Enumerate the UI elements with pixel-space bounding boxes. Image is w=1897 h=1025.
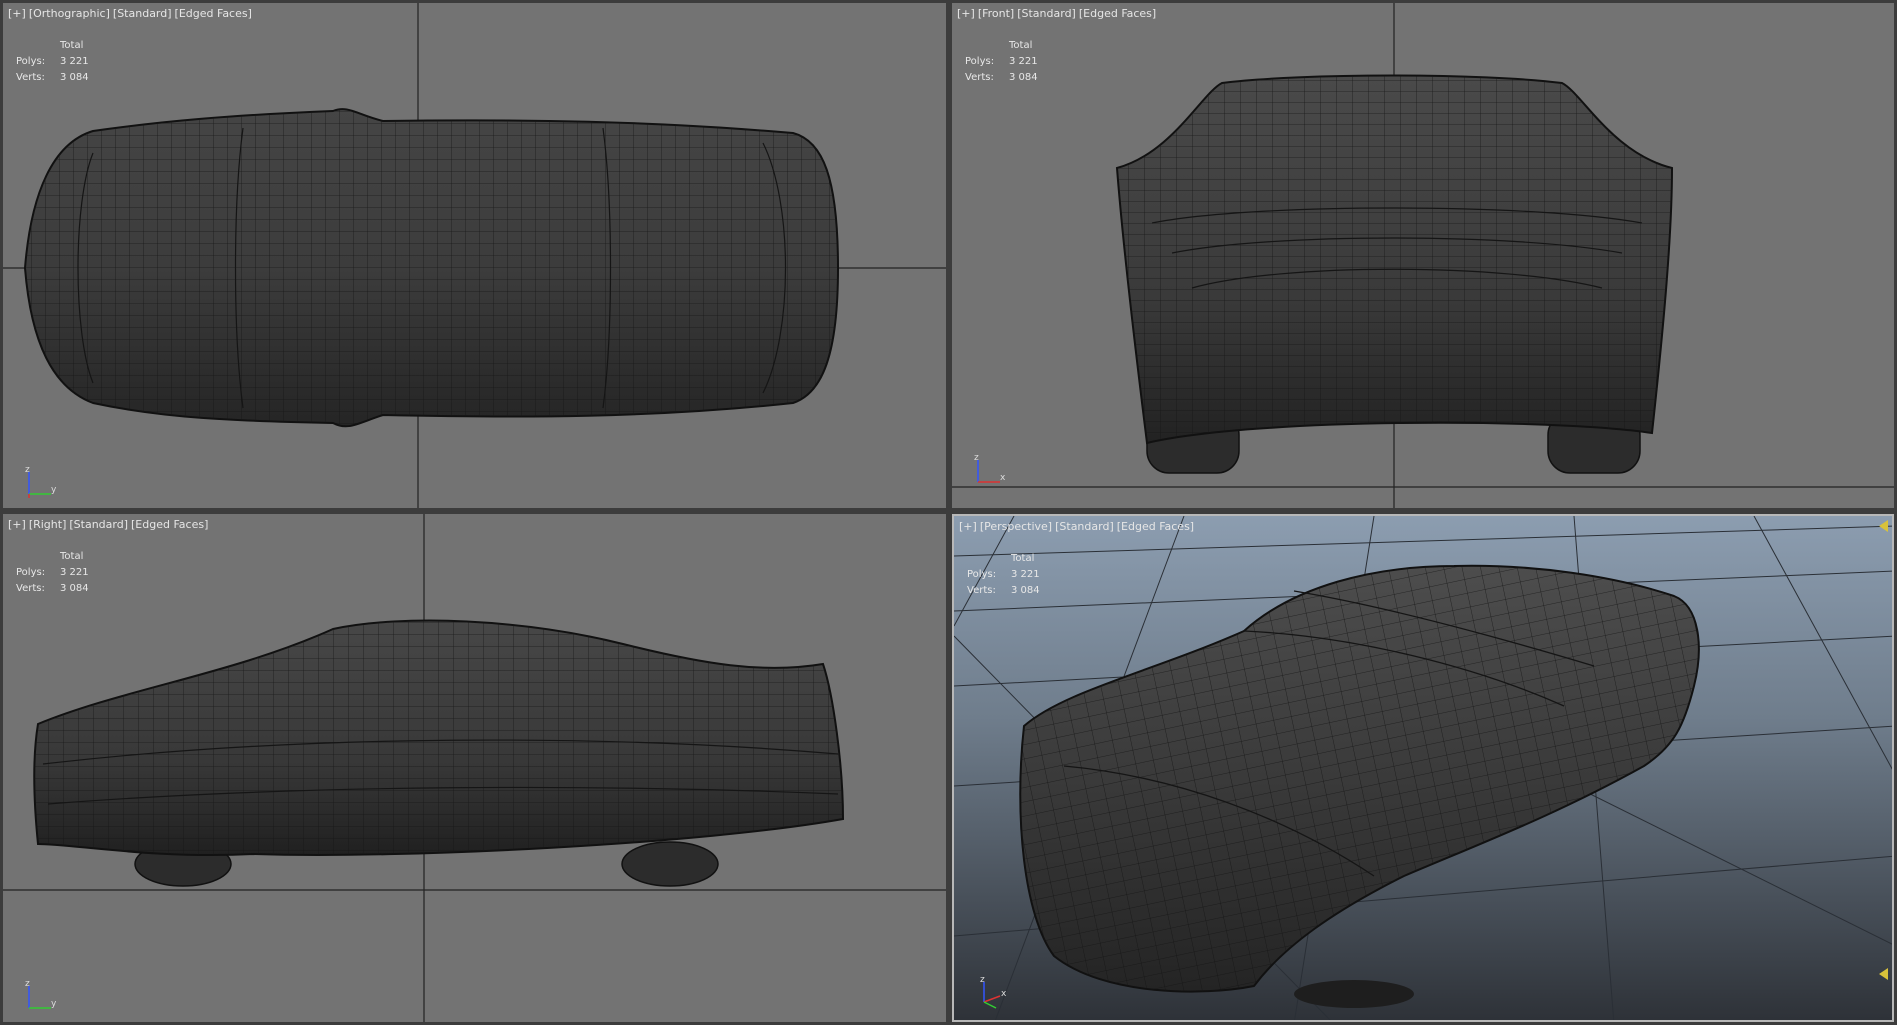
svg-text:x: x [1000,473,1006,483]
viewport-perspective[interactable]: [+] [Perspective] [Standard] [Edged Faces] … [952,514,1894,1022]
svg-text:z: z [25,465,30,475]
viewport-label[interactable]: [+] [Right] [Standard] [Edged Faces] [8,518,211,531]
svg-text:x: x [1001,989,1007,999]
viewport-right[interactable]: [+] [Right] [Standard] [Edged Faces] Total … [3,514,946,1022]
viewport-orthographic[interactable]: [+] [Orthographic] [Standard] [Edged Faces]… [3,3,946,508]
svg-text:y: y [51,999,57,1009]
axis-tripod-icon: z y [25,979,57,1009]
viewport-label[interactable]: [+] [Perspective] [Standard] [Edged Faces] [959,520,1197,533]
svg-text:z: z [974,453,979,463]
front-scene [952,3,1894,508]
svg-text:z: z [25,979,30,989]
svg-text:y: y [51,485,57,495]
perspective-scene [954,516,1892,1020]
viewport-corner-marker-bottom[interactable] [1879,968,1888,980]
poly-stats: Total Polys: 3 221 Verts: 3 084 [965,40,1038,83]
viewport-front[interactable]: [+] [Front] [Standard] [Edged Faces] Total … [952,3,1894,508]
car-mesh-front [1115,74,1674,474]
viewport-grid: [+] [Orthographic] [Standard] [Edged Faces]… [0,0,1897,1025]
axis-tripod-icon: z y [25,465,57,498]
axis-tripod-icon: z x [974,453,1006,483]
viewport-label[interactable]: [+] [Orthographic] [Standard] [Edged Faces] [8,7,255,20]
viewport-label[interactable]: [+] [Front] [Standard] [Edged Faces] [957,7,1159,20]
viewport-corner-marker-top[interactable] [1879,520,1888,532]
poly-stats: Total Polys: 3 221 Verts: 3 084 [16,551,89,594]
svg-text:z: z [980,976,985,985]
car-mesh-top [23,108,840,428]
axis-tripod-icon: z x [980,976,1007,1009]
car-mesh-perspective [1019,564,1700,1008]
poly-stats: Total Polys: 3 221 Verts: 3 084 [16,40,89,83]
orthographic-scene [3,3,946,508]
right-scene [3,514,946,1022]
car-mesh-side [33,619,845,887]
poly-stats: Total Polys: 3 221 Verts: 3 084 [967,553,1040,596]
